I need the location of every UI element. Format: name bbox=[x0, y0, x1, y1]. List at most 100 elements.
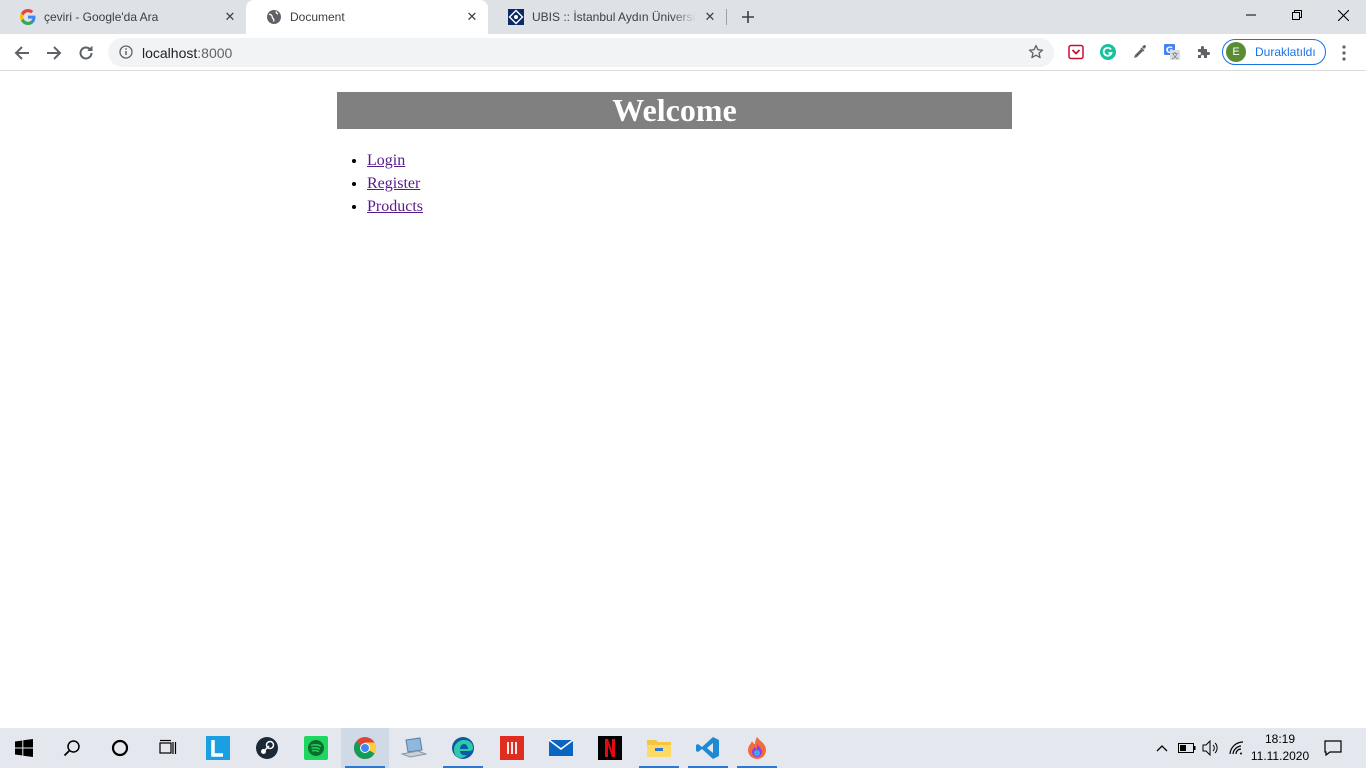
steam-icon bbox=[256, 737, 278, 759]
google-translate-icon[interactable]: G文 bbox=[1162, 42, 1182, 62]
volume-button[interactable] bbox=[1200, 728, 1222, 768]
login-link[interactable]: Login bbox=[367, 152, 405, 169]
url-text: localhost:8000 bbox=[142, 45, 232, 61]
spotify-app[interactable] bbox=[292, 728, 340, 768]
bookmark-star-icon[interactable] bbox=[1026, 42, 1046, 62]
plus-icon bbox=[742, 11, 754, 23]
task-view-button[interactable] bbox=[144, 728, 192, 768]
browser-toolbar: localhost:8000 G文 E Duraklatıldı bbox=[0, 34, 1366, 71]
firefox-dev-app[interactable] bbox=[733, 728, 781, 768]
eyedropper-icon[interactable] bbox=[1130, 42, 1150, 62]
file-explorer-app[interactable] bbox=[635, 728, 683, 768]
start-icon bbox=[15, 739, 33, 757]
network-button[interactable] bbox=[1226, 728, 1248, 768]
profile-status: Duraklatıldı bbox=[1255, 45, 1316, 59]
url-port: :8000 bbox=[197, 45, 233, 61]
laptop-icon bbox=[401, 737, 427, 758]
minimize-icon bbox=[1246, 14, 1256, 16]
info-icon[interactable] bbox=[118, 44, 134, 60]
edge-app[interactable] bbox=[439, 728, 487, 768]
products-link[interactable]: Products bbox=[367, 198, 423, 215]
restore-button[interactable] bbox=[1274, 0, 1320, 30]
chrome-icon bbox=[354, 737, 376, 759]
task-view-icon bbox=[159, 739, 177, 754]
mail-icon bbox=[548, 739, 574, 756]
svg-text:文: 文 bbox=[1172, 51, 1179, 60]
netflix-app[interactable] bbox=[586, 728, 634, 768]
list-item: Register bbox=[367, 172, 423, 195]
chrome-app[interactable] bbox=[341, 728, 389, 768]
tab-title: çeviri - Google'da Ara bbox=[44, 10, 159, 24]
netflix-icon bbox=[598, 736, 622, 760]
tab-title: UBIS :: İstanbul Aydın Üniversitesi bbox=[532, 10, 696, 24]
office-icon bbox=[500, 736, 524, 760]
search-icon bbox=[63, 740, 80, 757]
url-host: localhost bbox=[142, 45, 198, 61]
tab-strip: çeviri - Google'da Ara ✕ Document ✕ UBIS… bbox=[0, 0, 1366, 34]
edge-icon bbox=[452, 737, 474, 759]
lightshot-icon bbox=[206, 736, 230, 760]
clock-time: 18:19 bbox=[1264, 732, 1296, 746]
menu-button[interactable] bbox=[1330, 39, 1358, 67]
google-g-icon bbox=[20, 9, 36, 25]
chevron-up-icon bbox=[1156, 745, 1168, 752]
welcome-banner: Welcome bbox=[337, 92, 1012, 129]
arrow-left-icon bbox=[14, 46, 29, 60]
battery-status[interactable] bbox=[1176, 728, 1198, 768]
action-center-button[interactable] bbox=[1320, 728, 1346, 768]
globe-icon bbox=[266, 9, 282, 25]
nav-link-list: Login Register Products bbox=[367, 149, 423, 218]
wifi-icon bbox=[1229, 741, 1244, 755]
reload-button[interactable] bbox=[72, 39, 100, 67]
minimize-button[interactable] bbox=[1228, 0, 1274, 30]
lightshot-app[interactable] bbox=[194, 728, 242, 768]
system-clock[interactable]: 18:19 11.11.2020 bbox=[1248, 731, 1312, 765]
grammarly-icon[interactable] bbox=[1098, 42, 1118, 62]
close-tab-icon[interactable]: ✕ bbox=[222, 9, 238, 25]
reload-icon bbox=[79, 46, 93, 60]
close-window-button[interactable] bbox=[1320, 0, 1366, 30]
arrow-right-icon bbox=[47, 46, 62, 60]
vscode-app[interactable] bbox=[684, 728, 732, 768]
close-tab-icon[interactable]: ✕ bbox=[464, 9, 480, 25]
close-tab-icon[interactable]: ✕ bbox=[702, 9, 718, 25]
forward-button[interactable] bbox=[40, 39, 68, 67]
windows-taskbar: 18:19 11.11.2020 bbox=[0, 728, 1366, 768]
cortana-icon bbox=[111, 739, 129, 757]
list-item: Login bbox=[367, 149, 423, 172]
profile-button[interactable]: E Duraklatıldı bbox=[1222, 39, 1326, 65]
page-viewport: Welcome Login Register Products bbox=[0, 71, 1366, 728]
battery-icon bbox=[1178, 743, 1196, 753]
office-app[interactable] bbox=[488, 728, 536, 768]
tab-document[interactable]: Document ✕ bbox=[246, 0, 488, 34]
cortana-button[interactable] bbox=[96, 728, 144, 768]
notification-icon bbox=[1324, 740, 1342, 756]
close-icon bbox=[1337, 9, 1349, 21]
show-hidden-icons-button[interactable] bbox=[1152, 728, 1172, 768]
register-link[interactable]: Register bbox=[367, 175, 420, 192]
back-button[interactable] bbox=[8, 39, 36, 67]
start-button[interactable] bbox=[0, 728, 48, 768]
firefox-dev-icon bbox=[748, 737, 766, 759]
restore-icon bbox=[1292, 10, 1302, 20]
tab-title: Document bbox=[290, 10, 345, 24]
new-tab-button[interactable] bbox=[736, 5, 760, 29]
tab-ubis[interactable]: UBIS :: İstanbul Aydın Üniversitesi ✕ bbox=[488, 0, 726, 34]
search-button[interactable] bbox=[48, 728, 96, 768]
tab-separator bbox=[726, 9, 727, 25]
spotify-icon bbox=[304, 736, 328, 760]
laptop-app[interactable] bbox=[390, 728, 438, 768]
mail-app[interactable] bbox=[537, 728, 585, 768]
speaker-icon bbox=[1202, 740, 1218, 756]
puzzle-icon[interactable] bbox=[1194, 42, 1214, 62]
tab-google-search[interactable]: çeviri - Google'da Ara ✕ bbox=[0, 0, 246, 34]
vscode-icon bbox=[696, 737, 719, 759]
clock-date: 11.11.2020 bbox=[1250, 749, 1310, 763]
steam-app[interactable] bbox=[243, 728, 291, 768]
address-bar[interactable]: localhost:8000 bbox=[108, 38, 1054, 67]
file-explorer-icon bbox=[647, 740, 671, 757]
list-item: Products bbox=[367, 195, 423, 218]
pocket-icon[interactable] bbox=[1066, 42, 1086, 62]
avatar: E bbox=[1226, 42, 1246, 62]
kebab-menu-icon bbox=[1342, 45, 1346, 61]
